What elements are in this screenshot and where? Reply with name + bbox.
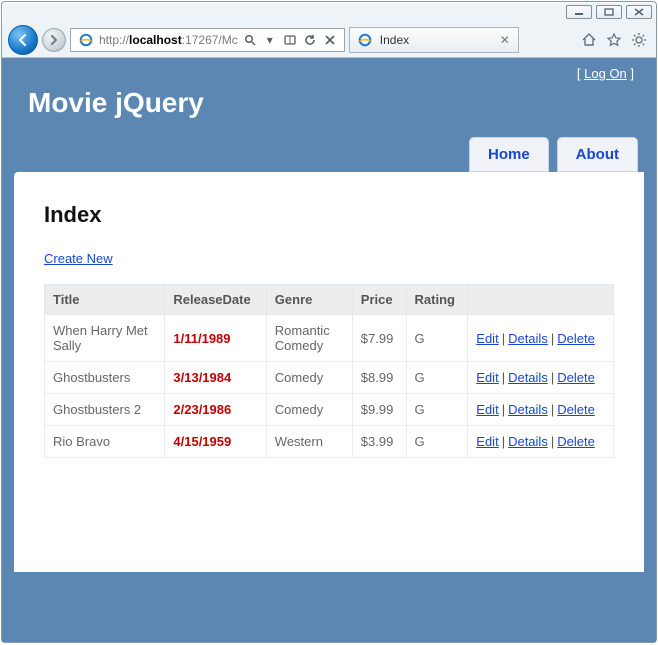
cell-genre: Romantic Comedy: [266, 315, 352, 362]
url-text: http://localhost:17267/Mc: [99, 33, 238, 47]
main-nav: Home About: [14, 137, 644, 172]
details-link[interactable]: Details: [508, 402, 548, 417]
table-row: Ghostbusters 22/23/1986Comedy$9.99GEdit|…: [45, 394, 614, 426]
minimize-button[interactable]: [566, 5, 592, 19]
details-link[interactable]: Details: [508, 370, 548, 385]
logon-row: [ Log On ]: [14, 58, 644, 83]
cell-rating: G: [406, 394, 468, 426]
edit-link[interactable]: Edit: [476, 331, 498, 346]
delete-link[interactable]: Delete: [557, 331, 595, 346]
browser-window: http://localhost:17267/Mc ▾ Index ✕: [1, 1, 657, 643]
forward-button[interactable]: [42, 28, 66, 52]
edit-link[interactable]: Edit: [476, 370, 498, 385]
nav-home[interactable]: Home: [469, 137, 549, 172]
table-row: Rio Bravo4/15/1959Western$3.99GEdit|Deta…: [45, 426, 614, 458]
cell-genre: Western: [266, 426, 352, 458]
details-link[interactable]: Details: [508, 331, 548, 346]
favorites-icon[interactable]: [603, 29, 625, 51]
logon-link[interactable]: Log On: [584, 66, 627, 81]
cell-price: $8.99: [352, 362, 406, 394]
cell-releasedate: 1/11/1989: [165, 315, 266, 362]
cell-releasedate: 4/15/1959: [165, 426, 266, 458]
movie-table: Title ReleaseDate Genre Price Rating Whe…: [44, 284, 614, 458]
stop-icon[interactable]: [322, 29, 338, 51]
page: [ Log On ] Movie jQuery Home About Index…: [2, 58, 656, 642]
details-link[interactable]: Details: [508, 434, 548, 449]
url-box[interactable]: http://localhost:17267/Mc ▾: [70, 28, 345, 52]
cell-rating: G: [406, 426, 468, 458]
table-header-row: Title ReleaseDate Genre Price Rating: [45, 285, 614, 315]
address-bar: http://localhost:17267/Mc ▾ Index ✕: [2, 22, 656, 58]
tab-favicon: [356, 31, 374, 49]
edit-link[interactable]: Edit: [476, 434, 498, 449]
cell-releasedate: 3/13/1984: [165, 362, 266, 394]
cell-price: $3.99: [352, 426, 406, 458]
col-releasedate: ReleaseDate: [165, 285, 266, 315]
edit-link[interactable]: Edit: [476, 402, 498, 417]
cell-genre: Comedy: [266, 394, 352, 426]
page-title: Index: [44, 202, 614, 228]
browser-tab[interactable]: Index ✕: [349, 27, 519, 53]
cell-title: Rio Bravo: [45, 426, 165, 458]
home-icon[interactable]: [578, 29, 600, 51]
cell-title: Ghostbusters: [45, 362, 165, 394]
col-actions: [468, 285, 614, 315]
col-rating: Rating: [406, 285, 468, 315]
delete-link[interactable]: Delete: [557, 402, 595, 417]
tab-close-icon[interactable]: ✕: [498, 33, 512, 47]
table-row: Ghostbusters3/13/1984Comedy$8.99GEdit|De…: [45, 362, 614, 394]
viewport: [ Log On ] Movie jQuery Home About Index…: [2, 58, 656, 642]
cell-releasedate: 2/23/1986: [165, 394, 266, 426]
delete-link[interactable]: Delete: [557, 434, 595, 449]
tab-title: Index: [380, 33, 492, 47]
col-genre: Genre: [266, 285, 352, 315]
close-window-button[interactable]: [626, 5, 652, 19]
window-titlebar: [2, 2, 656, 22]
col-title: Title: [45, 285, 165, 315]
maximize-button[interactable]: [596, 5, 622, 19]
cell-price: $7.99: [352, 315, 406, 362]
dropdown-icon[interactable]: ▾: [262, 29, 278, 51]
cell-title: When Harry Met Sally: [45, 315, 165, 362]
cell-actions: Edit|Details|Delete: [468, 394, 614, 426]
site-title: Movie jQuery: [14, 83, 644, 137]
cell-actions: Edit|Details|Delete: [468, 426, 614, 458]
cell-title: Ghostbusters 2: [45, 394, 165, 426]
cell-rating: G: [406, 315, 468, 362]
col-price: Price: [352, 285, 406, 315]
nav-about[interactable]: About: [557, 137, 638, 172]
refresh-icon[interactable]: [302, 29, 318, 51]
search-icon[interactable]: [242, 29, 258, 51]
tools-icon[interactable]: [628, 29, 650, 51]
cell-actions: Edit|Details|Delete: [468, 315, 614, 362]
delete-link[interactable]: Delete: [557, 370, 595, 385]
cell-rating: G: [406, 362, 468, 394]
compat-icon[interactable]: [282, 29, 298, 51]
cell-genre: Comedy: [266, 362, 352, 394]
ie-icon: [77, 31, 95, 49]
cell-actions: Edit|Details|Delete: [468, 362, 614, 394]
main-content: Index Create New Title ReleaseDate Genre…: [14, 172, 644, 572]
toolbar-right: [578, 29, 650, 51]
back-button[interactable]: [8, 25, 38, 55]
create-new-link[interactable]: Create New: [44, 251, 113, 266]
table-row: When Harry Met Sally1/11/1989Romantic Co…: [45, 315, 614, 362]
cell-price: $9.99: [352, 394, 406, 426]
